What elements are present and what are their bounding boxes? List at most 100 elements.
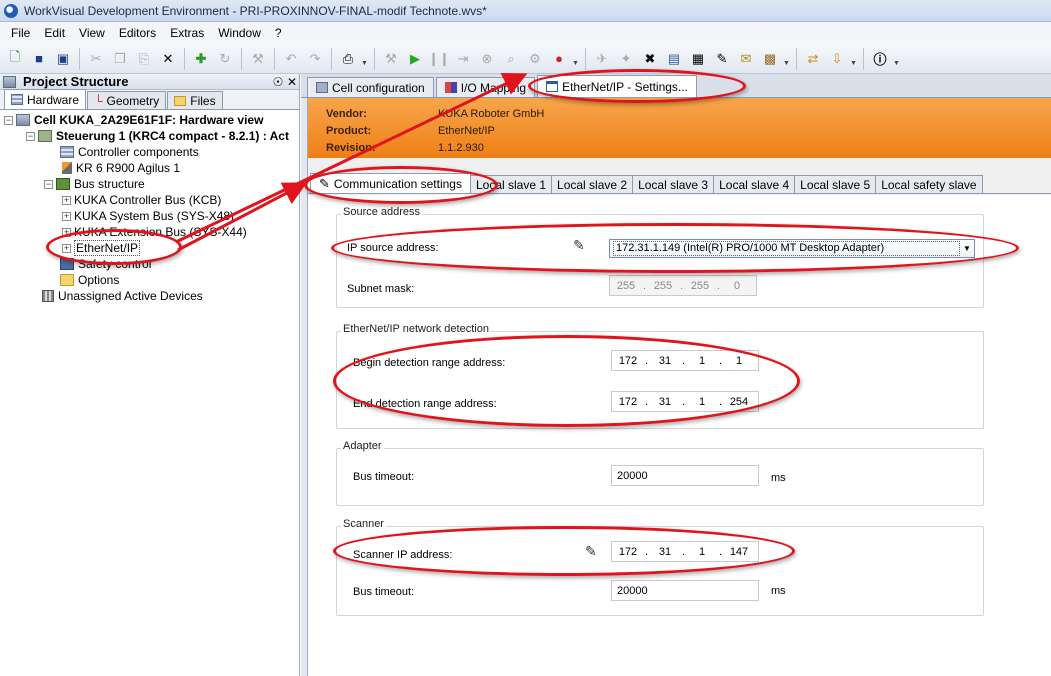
import-icon[interactable]: ⎙	[337, 48, 359, 70]
play-icon[interactable]: ▶	[404, 48, 426, 70]
paste-icon[interactable]: ⎘	[133, 48, 155, 70]
io-mapping-icon	[444, 82, 457, 93]
project-tabs: Hardware └ Geometry Files	[0, 89, 299, 110]
edit-icon[interactable]: ✎	[711, 48, 733, 70]
tab-files[interactable]: Files	[167, 91, 223, 109]
new-icon[interactable]: 🗋	[4, 48, 26, 70]
product-value: EtherNet/IP	[438, 125, 495, 137]
robot-icon[interactable]: ✈	[591, 48, 613, 70]
wizard-icon[interactable]: ✦	[615, 48, 637, 70]
annotation-ring-ethernet-ip	[46, 229, 182, 265]
tree-item-robot[interactable]: KR 6 R900 Agilus 1	[0, 160, 299, 176]
menu-view[interactable]: View	[72, 26, 112, 40]
tab-cell-configuration[interactable]: Cell configuration	[307, 77, 434, 97]
package-icon[interactable]: ▩	[759, 48, 781, 70]
expand-icon[interactable]: +	[62, 195, 71, 205]
tree-item-unassigned[interactable]: Unassigned Active Devices	[0, 288, 299, 304]
chevron-down-icon[interactable]: ▼	[893, 48, 901, 70]
tools-icon[interactable]: ⚒	[380, 48, 402, 70]
tab-local-safety-slave[interactable]: Local safety slave	[875, 175, 983, 193]
menu-file[interactable]: File	[4, 26, 37, 40]
group-title: Adapter	[341, 440, 384, 452]
tree-item-sys-x48[interactable]: + KUKA System Bus (SYS-X48)	[0, 208, 299, 224]
tree-item-label: KUKA System Bus (SYS-X48)	[74, 209, 235, 223]
toolbar-separator	[585, 47, 586, 70]
close-icon[interactable]: ✕	[285, 75, 299, 89]
transfer-icon[interactable]: ⇄	[802, 48, 824, 70]
adapter-bus-timeout-input[interactable]: 20000	[611, 465, 759, 486]
octet: 0	[733, 279, 741, 292]
tree-item-options[interactable]: Options	[0, 272, 299, 288]
tab-io-mapping[interactable]: I/O Mapping	[435, 77, 536, 97]
menu-help[interactable]: ?	[268, 26, 289, 40]
note-icon[interactable]: ✉	[735, 48, 757, 70]
menu-editors[interactable]: Editors	[112, 26, 163, 40]
robot-icon	[62, 162, 72, 174]
tree-item-bus-structure[interactable]: − Bus structure	[0, 176, 299, 192]
step-icon[interactable]: ⇥	[452, 48, 474, 70]
toolbar-separator	[374, 47, 375, 70]
group-title: Source address	[341, 206, 423, 218]
tab-local-slave-2[interactable]: Local slave 2	[551, 175, 634, 193]
adapter-timeout-unit: ms	[771, 472, 786, 484]
save-icon[interactable]: ■	[28, 48, 50, 70]
replace-icon[interactable]: ↻	[214, 48, 236, 70]
cut-icon[interactable]: ✂	[85, 48, 107, 70]
chevron-down-icon[interactable]: ▼	[783, 48, 791, 70]
build-icon[interactable]: ⚒	[247, 48, 269, 70]
collapse-icon[interactable]: −	[44, 179, 53, 189]
annotation-ring-detection-range	[333, 335, 800, 427]
search-icon[interactable]: ⌕	[500, 48, 522, 70]
config-icon[interactable]: ✖	[639, 48, 661, 70]
annotation-ring-settings-tab	[528, 69, 746, 103]
tab-local-slave-5[interactable]: Local slave 5	[794, 175, 877, 193]
device-info-header: Vendor: KUKA Roboter GmbH Product: Ether…	[308, 98, 1051, 158]
chevron-down-icon[interactable]: ▼	[361, 48, 369, 70]
scanner-bus-timeout-input[interactable]: 20000	[611, 580, 759, 601]
toolbar-separator	[241, 47, 242, 70]
unassigned-icon	[42, 290, 54, 302]
tab-local-slave-4[interactable]: Local slave 4	[713, 175, 796, 193]
chevron-down-icon[interactable]: ▼	[850, 48, 858, 70]
octet: 255	[616, 279, 636, 292]
redo-icon[interactable]: ↷	[304, 48, 326, 70]
chevron-down-icon[interactable]: ▼	[572, 48, 580, 70]
delete-icon[interactable]: ✕	[157, 48, 179, 70]
help-icon[interactable]: ⓘ	[869, 48, 891, 70]
tab-local-slave-3[interactable]: Local slave 3	[632, 175, 715, 193]
octet: 255	[653, 279, 673, 292]
lock-icon[interactable]: ▤	[663, 48, 685, 70]
menu-extras[interactable]: Extras	[163, 26, 211, 40]
copy-icon[interactable]: ❐	[109, 48, 131, 70]
tree-item-controller[interactable]: − Steuerung 1 (KRC4 compact - 8.2.1) : A…	[0, 128, 299, 144]
record-icon[interactable]: ●	[548, 48, 570, 70]
app-icon[interactable]	[4, 3, 18, 18]
menu-bar: File Edit View Editors Extras Window ?	[0, 22, 1051, 44]
expand-icon[interactable]: +	[62, 211, 71, 221]
collapse-icon[interactable]: −	[4, 115, 13, 125]
tree-item-cell[interactable]: − Cell KUKA_2A29E61F1F: Hardware view	[0, 112, 299, 128]
pause-icon[interactable]: ❙❙	[428, 48, 450, 70]
toolbar-separator	[863, 47, 864, 70]
deploy-icon[interactable]: ⇩	[826, 48, 848, 70]
add-icon[interactable]: ✚	[190, 48, 212, 70]
stop-icon[interactable]: ⊗	[476, 48, 498, 70]
settings-icon[interactable]: ⚙	[524, 48, 546, 70]
undo-icon[interactable]: ↶	[280, 48, 302, 70]
tab-geometry[interactable]: └ Geometry	[87, 91, 167, 109]
toolbar-separator	[274, 47, 275, 70]
menu-window[interactable]: Window	[211, 26, 268, 40]
folder-icon	[174, 95, 187, 106]
tree-item-label: Bus structure	[74, 177, 145, 191]
tree-item-kcb[interactable]: + KUKA Controller Bus (KCB)	[0, 192, 299, 208]
tree-item-label: Steuerung 1 (KRC4 compact - 8.2.1) : Act	[56, 129, 289, 143]
toolbar: 🗋 ■ ▣ ✂ ❐ ⎘ ✕ ✚ ↻ ⚒ ↶ ↷ ⎙ ▼ ⚒ ▶ ❙❙ ⇥ ⊗ ⌕…	[0, 44, 1051, 74]
tree-item-controller-components[interactable]: Controller components	[0, 144, 299, 160]
save-all-icon[interactable]: ▣	[52, 48, 74, 70]
pin-icon[interactable]: ☉	[271, 75, 285, 89]
octet: 255	[690, 279, 710, 292]
collapse-icon[interactable]: −	[26, 131, 35, 141]
menu-edit[interactable]: Edit	[37, 26, 72, 40]
chart-icon[interactable]: ▦	[687, 48, 709, 70]
tab-hardware[interactable]: Hardware	[4, 89, 87, 109]
